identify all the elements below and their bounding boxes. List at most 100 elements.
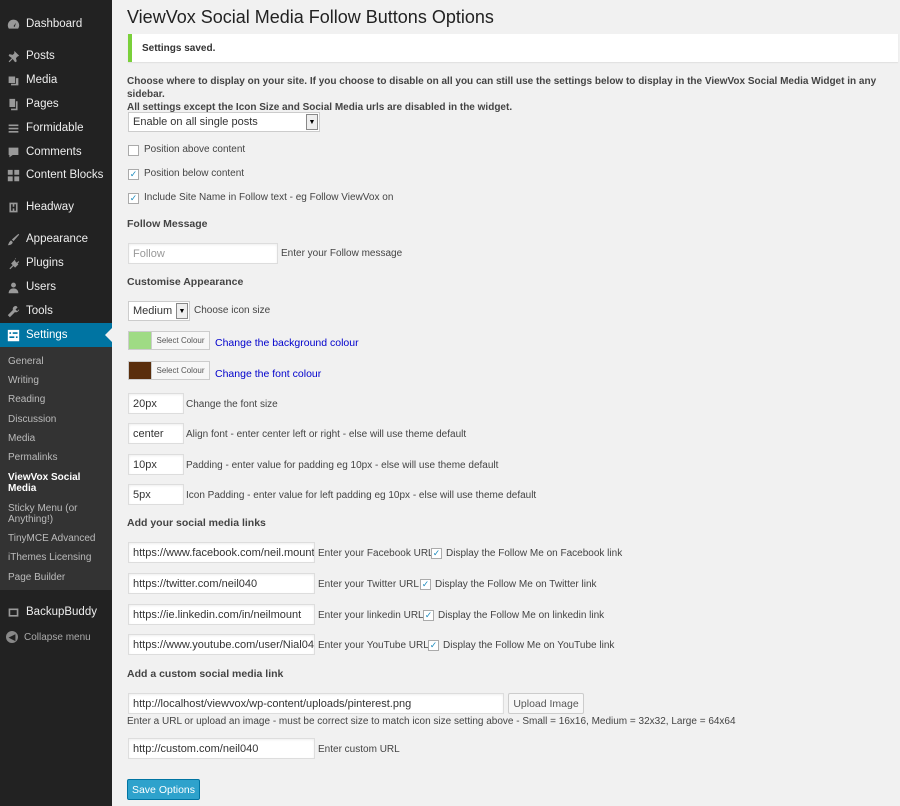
- blocks-icon: [6, 168, 20, 182]
- font-colour-picker[interactable]: Select Colour: [128, 361, 210, 380]
- backup-icon: [6, 605, 20, 619]
- menu-comments[interactable]: Comments: [0, 140, 112, 164]
- collapse-menu[interactable]: ◀ Collapse menu: [0, 629, 91, 645]
- background-colour-picker[interactable]: Select Colour: [128, 331, 210, 350]
- submenu-sticky-menu[interactable]: Sticky Menu (or Anything!): [8, 503, 108, 525]
- twitter-url-input[interactable]: https://twitter.com/neil040: [128, 573, 315, 594]
- twitter-display-checkbox[interactable]: ✓: [420, 579, 431, 590]
- pin-icon: [6, 49, 20, 63]
- menu-label: Settings: [26, 329, 68, 341]
- submenu-reading[interactable]: Reading: [8, 394, 108, 405]
- font-size-input[interactable]: 20px: [128, 393, 184, 414]
- menu-label: Headway: [26, 201, 74, 213]
- submenu-tinymce-advanced[interactable]: TinyMCE Advanced: [8, 533, 108, 544]
- menu-label: Content Blocks: [26, 169, 104, 181]
- icon-padding-input[interactable]: 5px: [128, 484, 184, 505]
- linkedin-url-label: Enter your linkedin URL: [318, 610, 424, 621]
- facebook-url-input[interactable]: https://www.facebook.com/neil.mount: [128, 542, 315, 563]
- menu-label: Appearance: [26, 233, 89, 245]
- menu-media[interactable]: Media: [0, 68, 112, 92]
- upload-image-button[interactable]: Upload Image: [508, 693, 584, 714]
- pages-icon: [6, 97, 20, 111]
- include-site-name-checkbox[interactable]: ✓: [128, 193, 139, 204]
- follow-message-label: Enter your Follow message: [281, 248, 403, 259]
- submenu-ithemes-licensing[interactable]: iThemes Licensing: [8, 552, 108, 563]
- submenu-permalinks[interactable]: Permalinks: [8, 452, 108, 463]
- font-colour-swatch: [129, 362, 151, 379]
- submenu-page-builder[interactable]: Page Builder: [8, 572, 108, 583]
- menu-pages[interactable]: Pages: [0, 92, 112, 116]
- menu-label: Dashboard: [26, 18, 83, 30]
- facebook-display-checkbox[interactable]: ✓: [431, 548, 442, 559]
- collapse-label: Collapse menu: [24, 631, 91, 643]
- menu-headway[interactable]: Headway: [0, 195, 112, 219]
- menu-posts[interactable]: Posts: [0, 44, 112, 68]
- checkmark-icon: ✓: [432, 548, 441, 558]
- notice-text: Settings saved.: [142, 42, 216, 54]
- icon-size-value: Medium: [133, 305, 173, 317]
- submenu-writing[interactable]: Writing: [8, 375, 108, 386]
- checkmark-icon: ✓: [424, 610, 433, 620]
- icon-size-select[interactable]: Medium ▼: [128, 301, 190, 321]
- youtube-display-checkbox[interactable]: ✓: [428, 640, 439, 651]
- checkmark-icon: ✓: [129, 169, 138, 179]
- position-above-label: Position above content: [144, 144, 246, 155]
- submenu-general[interactable]: General: [8, 356, 108, 367]
- collapse-arrow-icon: ◀: [6, 631, 18, 643]
- menu-content-blocks[interactable]: Content Blocks: [0, 163, 112, 187]
- save-options-button[interactable]: Save Options: [127, 779, 200, 800]
- youtube-url-label: Enter your YouTube URL: [318, 640, 429, 651]
- menu-settings[interactable]: Settings: [0, 323, 112, 347]
- include-site-name-label: Include Site Name in Follow text - eg Fo…: [144, 192, 394, 203]
- submenu-viewvox-social-media[interactable]: ViewVox Social Media: [8, 472, 108, 494]
- main-content: ViewVox Social Media Follow Buttons Opti…: [112, 0, 900, 806]
- linkedin-display-checkbox[interactable]: ✓: [423, 610, 434, 621]
- intro-text: Choose where to display on your site. If…: [127, 75, 897, 114]
- menu-appearance[interactable]: Appearance: [0, 227, 112, 251]
- position-below-checkbox[interactable]: ✓: [128, 169, 139, 180]
- menu-label: Plugins: [26, 257, 64, 269]
- menu-users[interactable]: Users: [0, 275, 112, 299]
- menu-formidable[interactable]: Formidable: [0, 116, 112, 140]
- position-above-checkbox[interactable]: [128, 145, 139, 156]
- custom-image-url-input[interactable]: http://localhost/viewvox/wp-content/uplo…: [128, 693, 504, 714]
- chevron-down-icon: ▼: [306, 114, 318, 130]
- page-title: ViewVox Social Media Follow Buttons Opti…: [127, 7, 494, 27]
- settings-saved-notice: Settings saved.: [128, 34, 898, 62]
- customise-appearance-heading: Customise Appearance: [127, 276, 244, 288]
- change-background-colour-link[interactable]: Change the background colour: [215, 337, 359, 349]
- follow-message-input[interactable]: Follow: [128, 243, 278, 264]
- custom-image-hint: Enter a URL or upload an image - must be…: [127, 716, 736, 727]
- settings-icon: [6, 328, 20, 342]
- media-icon: [6, 73, 20, 87]
- admin-sidebar: Dashboard Posts Media Pages Formidable C…: [0, 0, 112, 806]
- menu-backupbuddy[interactable]: BackupBuddy: [0, 600, 112, 624]
- menu-label: Users: [26, 281, 57, 293]
- menu-plugins[interactable]: Plugins: [0, 251, 112, 275]
- padding-input[interactable]: 10px: [128, 454, 184, 475]
- menu-label: Pages: [26, 98, 59, 110]
- linkedin-url-input[interactable]: https://ie.linkedin.com/in/neilmount: [128, 604, 315, 625]
- follow-message-heading: Follow Message: [127, 218, 208, 230]
- change-font-colour-link[interactable]: Change the font colour: [215, 368, 321, 380]
- settings-submenu: General Writing Reading Discussion Media…: [0, 347, 112, 590]
- select-colour-label: Select Colour: [151, 332, 209, 349]
- background-colour-swatch: [129, 332, 151, 349]
- position-below-label: Position below content: [144, 168, 245, 179]
- submenu-media[interactable]: Media: [8, 433, 108, 444]
- chevron-down-icon: ▼: [176, 303, 188, 319]
- align-font-label: Align font - enter center left or right …: [186, 429, 467, 440]
- plug-icon: [6, 256, 20, 270]
- align-font-input[interactable]: center: [128, 423, 184, 444]
- linkedin-display-label: Display the Follow Me on linkedin link: [438, 610, 605, 621]
- youtube-url-input[interactable]: https://www.youtube.com/user/Nial04: [128, 634, 315, 655]
- custom-url-label: Enter custom URL: [318, 744, 400, 755]
- custom-url-input[interactable]: http://custom.com/neil040: [128, 738, 315, 759]
- menu-label: Formidable: [26, 122, 84, 134]
- submenu-discussion[interactable]: Discussion: [8, 414, 108, 425]
- menu-dashboard[interactable]: Dashboard: [0, 12, 112, 36]
- list-icon: [6, 121, 20, 135]
- menu-label: Media: [26, 74, 58, 86]
- menu-tools[interactable]: Tools: [0, 299, 112, 323]
- display-location-select[interactable]: Enable on all single posts ▼: [128, 112, 320, 132]
